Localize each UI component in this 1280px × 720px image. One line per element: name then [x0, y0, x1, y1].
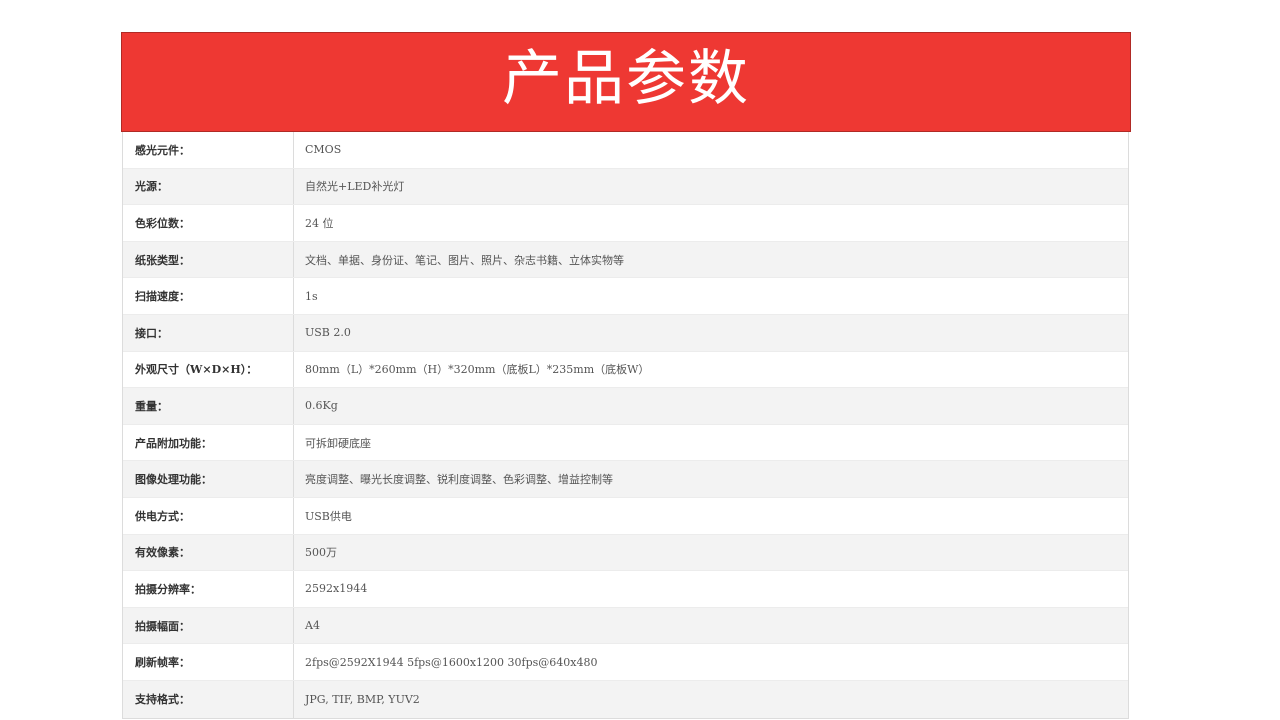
table-row: 图像处理功能： 亮度调整、曝光长度调整、锐利度调整、色彩调整、增益控制等 — [123, 461, 1128, 498]
spec-value: 可拆卸硬底座 — [305, 436, 371, 450]
table-row: 重量： 0.6Kg — [123, 388, 1128, 425]
spec-label: 拍摄分辨率： — [123, 571, 294, 607]
table-row: 纸张类型： 文档、单据、身份证、笔记、图片、照片、杂志书籍、立体实物等 — [123, 241, 1128, 279]
table-row: 支持格式： JPG, TIF, BMP, YUV2 — [123, 680, 1128, 718]
spec-value: 500万 — [305, 546, 337, 560]
table-row: 外观尺寸（W×D×H）： 80mm（L）*260mm（H）*320mm（底板L）… — [123, 351, 1128, 389]
spec-value: 1s — [305, 289, 318, 303]
spec-label: 纸张类型： — [123, 241, 294, 278]
spec-label: 支持格式： — [123, 680, 294, 718]
spec-value: 2592x1944 — [305, 582, 368, 596]
spec-table: 感光元件： CMOS 光源： 自然光+LED补光灯 色彩位数： 24 位 纸张类… — [122, 132, 1129, 719]
spec-value: 80mm（L）*260mm（H）*320mm（底板L）*235mm（底板W） — [305, 363, 650, 377]
spec-value: 自然光+LED补光灯 — [305, 180, 405, 194]
spec-label: 供电方式： — [123, 497, 294, 534]
spec-value: JPG, TIF, BMP, YUV2 — [305, 692, 420, 706]
spec-label: 产品附加功能： — [123, 424, 294, 461]
spec-label: 重量： — [123, 388, 294, 424]
table-row: 光源： 自然光+LED补光灯 — [123, 168, 1128, 206]
table-row: 接口： USB 2.0 — [123, 314, 1128, 352]
table-row: 色彩位数： 24 位 — [123, 205, 1128, 242]
spec-value: 文档、单据、身份证、笔记、图片、照片、杂志书籍、立体实物等 — [305, 253, 624, 267]
table-row: 刷新帧率： 2fps@2592X1944 5fps@1600x1200 30fp… — [123, 644, 1128, 681]
spec-value: CMOS — [305, 143, 342, 157]
table-row: 产品附加功能： 可拆卸硬底座 — [123, 424, 1128, 462]
spec-label: 扫描速度： — [123, 278, 294, 314]
table-row: 感光元件： CMOS — [123, 132, 1128, 169]
spec-label: 图像处理功能： — [123, 461, 294, 497]
spec-value: A4 — [305, 619, 320, 633]
spec-value: 0.6Kg — [305, 399, 338, 413]
table-row: 扫描速度： 1s — [123, 278, 1128, 315]
spec-label: 光源： — [123, 168, 294, 205]
page-title: 产品参数 — [502, 44, 750, 114]
table-row: 拍摄幅面： A4 — [123, 607, 1128, 645]
spec-value: 亮度调整、曝光长度调整、锐利度调整、色彩调整、增益控制等 — [305, 473, 613, 487]
spec-label: 色彩位数： — [123, 205, 294, 241]
spec-label: 刷新帧率： — [123, 644, 294, 680]
spec-value: 24 位 — [305, 216, 334, 230]
spec-label: 有效像素： — [123, 534, 294, 571]
spec-value: USB供电 — [305, 509, 352, 523]
spec-label: 感光元件： — [123, 132, 294, 168]
spec-label: 拍摄幅面： — [123, 607, 294, 644]
spec-value: 2fps@2592X1944 5fps@1600x1200 30fps@640x… — [305, 655, 598, 669]
table-row: 有效像素： 500万 — [123, 534, 1128, 572]
spec-label: 接口： — [123, 314, 294, 351]
spec-label: 外观尺寸（W×D×H）： — [123, 351, 294, 388]
spec-value: USB 2.0 — [305, 326, 351, 340]
page-header: 产品参数 — [121, 32, 1131, 132]
table-row: 拍摄分辨率： 2592x1944 — [123, 571, 1128, 608]
table-row: 供电方式： USB供电 — [123, 497, 1128, 535]
